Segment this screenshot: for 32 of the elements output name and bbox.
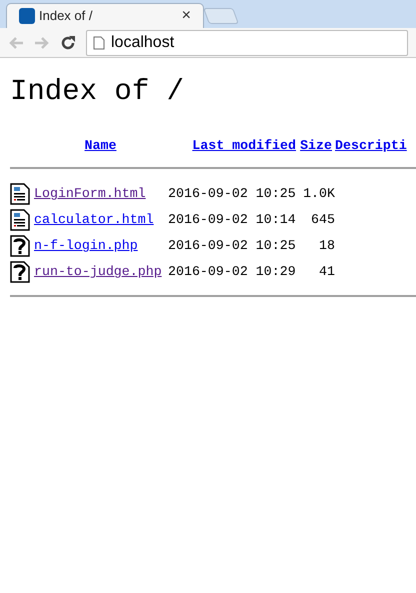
forward-icon[interactable] [34,36,50,50]
file-size: 41 [319,263,335,282]
page-icon [93,36,105,50]
document-icon [10,209,30,232]
file-link[interactable]: LoginForm.html [34,184,146,204]
reload-icon[interactable] [60,34,76,50]
back-icon[interactable] [8,36,24,50]
tab-title: Index of / [39,7,94,26]
column-header-link[interactable]: Name [84,136,116,156]
browser-tab[interactable]: Index of / × [6,3,204,28]
url-text: localhost [111,32,174,52]
new-tab-button[interactable] [203,8,239,24]
file-size: 645 [311,211,335,230]
close-button[interactable]: × [182,4,191,28]
file-link[interactable]: run-to-judge.php [34,262,162,282]
column-header-link[interactable]: Descripti [335,136,407,156]
site-icon [19,8,35,24]
file-size: 18 [319,237,335,256]
page-heading: Index of / [10,74,186,110]
document-icon [10,183,30,206]
column-header-link[interactable]: Last modified [192,136,299,156]
modified-date: 2016-09-02 10:29 [168,263,296,282]
file-link[interactable]: n-f-login.php [34,236,138,256]
modified-date: 2016-09-02 10:25 [168,237,296,256]
question-file-icon [10,235,30,258]
address-bar[interactable]: localhost [86,30,408,56]
question-file-icon [10,261,30,284]
modified-date: 2016-09-02 10:25 [168,185,296,204]
modified-date: 2016-09-02 10:14 [168,211,296,230]
file-link[interactable]: calculator.html [34,210,154,230]
column-header-link[interactable]: Size [300,136,335,156]
file-size: 1.0K [303,185,335,204]
